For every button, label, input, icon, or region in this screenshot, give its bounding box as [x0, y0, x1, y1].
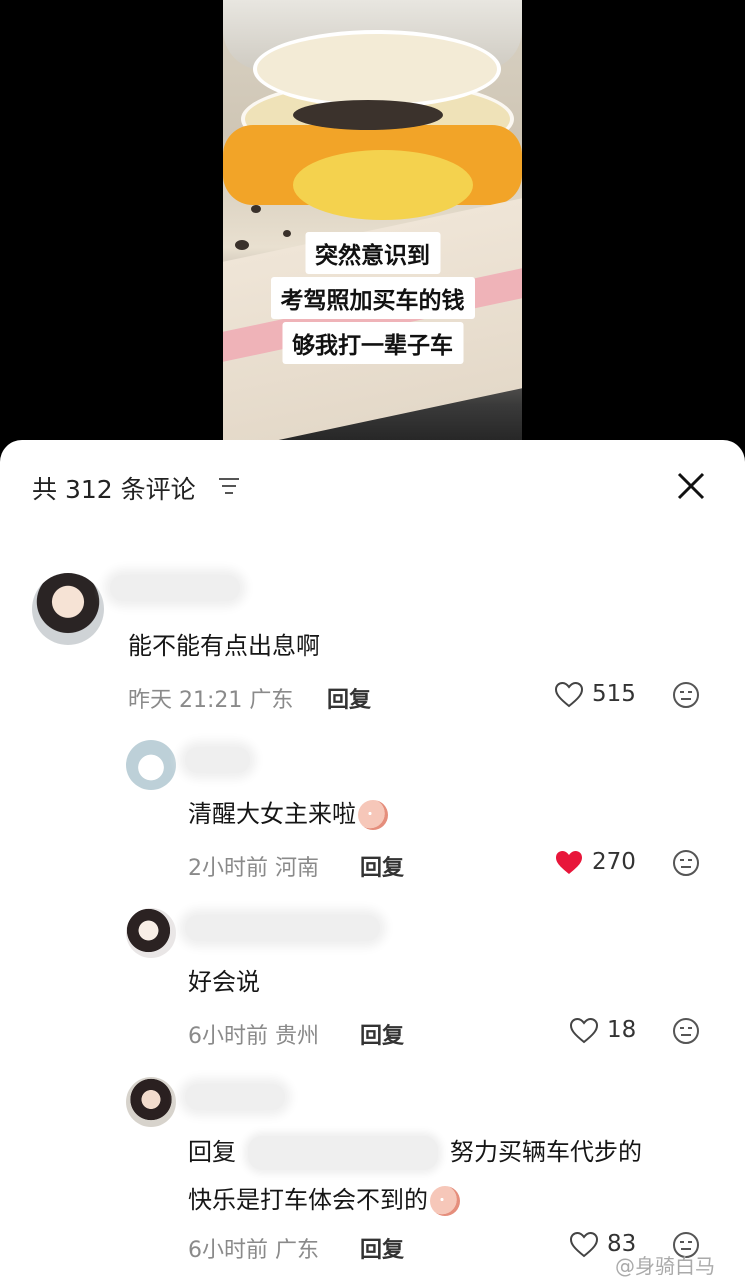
avatar[interactable] — [126, 1077, 176, 1127]
heart-filled-icon[interactable] — [555, 850, 583, 876]
crumb — [283, 230, 291, 237]
comment-location: 河南 — [275, 856, 320, 881]
reply-button[interactable]: 回复 — [360, 1232, 404, 1264]
comment-meta: 6小时前 广东 — [188, 1232, 319, 1264]
comment-text: 好会说 — [188, 968, 260, 996]
like-count: 515 — [592, 681, 636, 707]
comment-location: 广东 — [275, 1238, 320, 1263]
emoji-reaction-icon[interactable] — [672, 1017, 700, 1045]
redacted-username — [110, 575, 240, 601]
comment-text: 清醒大女主来啦 — [188, 794, 388, 830]
redacted-username — [185, 747, 250, 773]
avatar[interactable] — [32, 573, 104, 645]
heart-icon[interactable] — [570, 1232, 598, 1258]
comment-text-body: 努力买辆车代步的 — [450, 1138, 642, 1166]
reply-button[interactable]: 回复 — [360, 850, 404, 882]
comments-sheet: 共 312 条评论 能不能有点出息啊 昨天 21:21 广东 回复 515 清醒… — [0, 440, 745, 1280]
crumb — [251, 205, 261, 213]
comment-meta: 昨天 21:21 广东 — [128, 682, 293, 714]
video-area[interactable]: 突然意识到 考驾照加买车的钱 够我打一辈子车 — [0, 0, 745, 450]
redacted-username — [185, 1084, 285, 1110]
close-icon[interactable] — [675, 470, 707, 502]
comment-time: 6小时前 — [188, 1238, 268, 1263]
comment-text-body: 快乐是打车体会不到的 — [188, 1186, 428, 1214]
video-frame[interactable] — [223, 0, 522, 450]
reply-button[interactable]: 回复 — [327, 682, 371, 714]
reply-prefix: 回复 — [188, 1138, 236, 1166]
comment-text: 回复 努力买辆车代步的 — [188, 1132, 642, 1170]
heart-icon[interactable] — [570, 1018, 598, 1044]
avatar[interactable] — [126, 740, 176, 790]
emoji-reaction-icon[interactable] — [672, 849, 700, 877]
sticker-emoji-icon — [358, 800, 388, 830]
like-count: 18 — [607, 1017, 637, 1043]
comment-text-body: 清醒大女主来啦 — [188, 800, 356, 828]
avatar[interactable] — [126, 908, 176, 958]
like-count: 270 — [592, 849, 636, 875]
comment-location: 广东 — [249, 688, 294, 713]
comments-count-title: 共 312 条评论 — [32, 475, 196, 504]
video-caption-line: 突然意识到 — [305, 232, 440, 274]
comment-time: 2小时前 — [188, 856, 268, 881]
crumb — [235, 240, 249, 250]
cream-layer — [293, 150, 473, 220]
video-caption-line: 考驾照加买车的钱 — [270, 277, 475, 319]
redacted-username — [185, 915, 380, 941]
redacted-mention — [248, 1136, 438, 1170]
emoji-reaction-icon[interactable] — [672, 681, 700, 709]
filter-icon[interactable] — [218, 477, 240, 495]
watermark: @身骑白马 — [615, 1254, 715, 1278]
comment-location: 贵州 — [275, 1024, 320, 1049]
sticker-emoji-icon — [430, 1186, 460, 1216]
comment-meta: 6小时前 贵州 — [188, 1018, 319, 1050]
comment-text: 能不能有点出息啊 — [128, 632, 320, 660]
video-caption-line: 够我打一辈子车 — [282, 322, 463, 364]
oreo-layer — [293, 100, 443, 130]
heart-icon[interactable] — [555, 682, 583, 708]
comment-time: 6小时前 — [188, 1024, 268, 1049]
comment-meta: 2小时前 河南 — [188, 850, 319, 882]
cake-layer — [253, 30, 501, 108]
comment-time: 昨天 21:21 — [128, 688, 243, 713]
reply-button[interactable]: 回复 — [360, 1018, 404, 1050]
comment-text-line2: 快乐是打车体会不到的 — [188, 1180, 460, 1216]
